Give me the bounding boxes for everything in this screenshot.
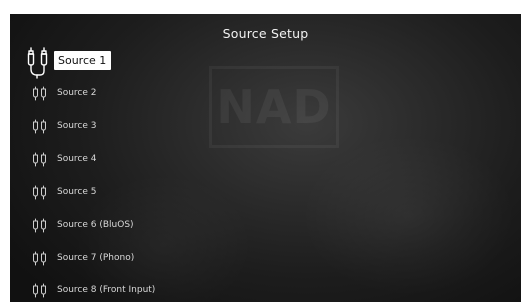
source-item-label: Source 3 [57,121,97,131]
rca-plug-icon [33,251,46,266]
rca-plug-icon [33,86,46,101]
rca-plug-icon [33,119,46,134]
rca-plug-icon [33,283,46,298]
tv-screen: NAD Source Setup Source 1 Source 2 Sourc… [10,14,521,302]
source-list: Source 1 Source 2 Source 3 Source 4 Sour… [10,14,521,302]
source-item-label: Source 2 [57,88,97,98]
source-item-label: Source 6 (BluOS) [57,220,134,230]
rca-plug-icon [33,218,46,233]
source-item-label: Source 8 (Front Input) [57,285,156,295]
source-item-label: Source 7 (Phono) [57,253,135,263]
rca-plug-icon [33,152,46,167]
rca-plug-icon [33,185,46,200]
source-item-label: Source 4 [57,154,97,164]
source-item-label: Source 1 [54,51,112,70]
rca-plug-icon [27,47,48,79]
source-item-label: Source 5 [57,187,97,197]
